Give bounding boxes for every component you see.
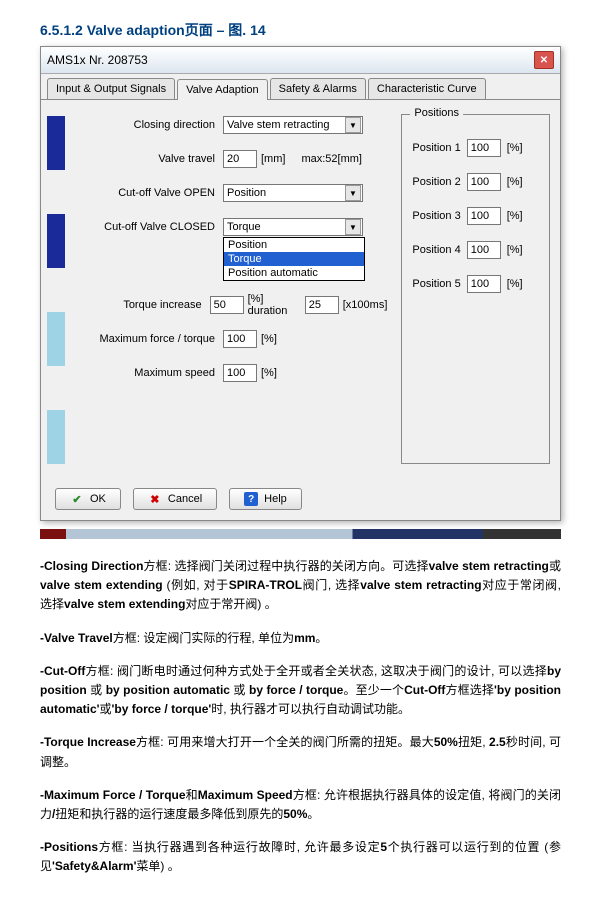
cutoff-closed-label: Cut-off Valve CLOSED	[73, 221, 223, 233]
tab-io-signals[interactable]: Input & Output Signals	[47, 78, 175, 99]
help-button[interactable]: ? Help	[229, 488, 302, 510]
valve-travel-input[interactable]	[223, 150, 257, 168]
select-value: Torque	[227, 221, 261, 233]
dropdown-option[interactable]: Position automatic	[224, 266, 364, 280]
desc-cutoff: -Cut-Off方框: 阀门断电时通过何种方式处于全开或者全关状态, 这取决于阀…	[40, 662, 561, 720]
position-2-input[interactable]	[467, 173, 501, 191]
positions-group: Positions Position 1[%] Position 2[%] Po…	[401, 114, 550, 464]
max-force-label: Maximum force / torque	[73, 333, 223, 345]
decorative-strip	[40, 529, 561, 539]
color-block	[47, 116, 65, 170]
dropdown-option[interactable]: Torque	[224, 252, 364, 266]
torque-increase-input[interactable]	[210, 296, 244, 314]
color-block	[47, 214, 65, 268]
position-4-input[interactable]	[467, 241, 501, 259]
tab-safety-alarms[interactable]: Safety & Alarms	[270, 78, 366, 99]
cutoff-open-label: Cut-off Valve OPEN	[73, 187, 223, 199]
cutoff-closed-select[interactable]: Torque ▼ Position Torque Position automa…	[223, 218, 363, 236]
position-label: Position 4	[412, 244, 460, 256]
chevron-down-icon: ▼	[345, 117, 361, 133]
chevron-down-icon: ▼	[345, 219, 361, 235]
dropdown-list: Position Torque Position automatic	[223, 237, 365, 281]
group-title: Positions	[410, 107, 463, 119]
select-value: Valve stem retracting	[227, 119, 330, 131]
select-value: Position	[227, 187, 266, 199]
dialog-window: AMS1x Nr. 208753 ✕ Input & Output Signal…	[40, 46, 561, 521]
unit-label: [%]	[507, 176, 523, 188]
unit-label: [%]	[507, 142, 523, 154]
unit-label: [%]	[507, 210, 523, 222]
position-label: Position 1	[412, 142, 460, 154]
max-speed-label: Maximum speed	[73, 367, 223, 379]
cancel-button[interactable]: ✖ Cancel	[133, 488, 217, 510]
check-icon: ✔	[70, 492, 84, 506]
position-1-input[interactable]	[467, 139, 501, 157]
button-label: OK	[90, 493, 106, 505]
titlebar: AMS1x Nr. 208753 ✕	[41, 47, 560, 74]
unit-label: [%] duration	[248, 293, 301, 317]
color-indicator-column	[47, 114, 65, 464]
dropdown-option[interactable]: Position	[224, 238, 364, 252]
position-5-input[interactable]	[467, 275, 501, 293]
max-speed-input[interactable]	[223, 364, 257, 382]
color-block	[47, 410, 65, 464]
desc-closing-direction: -Closing Direction方框: 选择阀门关闭过程中执行器的关闭方向。…	[40, 557, 561, 615]
desc-max-force-speed: -Maximum Force / Torque和Maximum Speed方框:…	[40, 786, 561, 824]
unit-label: [x100ms]	[343, 299, 388, 311]
form-area: Closing direction Valve stem retracting …	[73, 114, 387, 464]
ok-button[interactable]: ✔ OK	[55, 488, 121, 510]
max-force-input[interactable]	[223, 330, 257, 348]
section-heading: 6.5.1.2 Valve adaption页面 – 图. 14	[40, 20, 561, 40]
torque-duration-input[interactable]	[305, 296, 339, 314]
help-icon: ?	[244, 492, 258, 506]
position-label: Position 5	[412, 278, 460, 290]
button-bar: ✔ OK ✖ Cancel ? Help	[41, 478, 560, 520]
unit-label: [mm]	[261, 153, 285, 165]
max-label: max:52[mm]	[301, 153, 362, 165]
closing-direction-label: Closing direction	[73, 119, 223, 131]
valve-travel-label: Valve travel	[73, 153, 223, 165]
unit-label: [%]	[261, 367, 277, 379]
unit-label: [%]	[507, 244, 523, 256]
button-label: Help	[264, 493, 287, 505]
desc-positions: -Positions方框: 当执行器遇到各种运行故障时, 允许最多设定5个执行器…	[40, 838, 561, 876]
closing-direction-select[interactable]: Valve stem retracting ▼	[223, 116, 363, 134]
position-3-input[interactable]	[467, 207, 501, 225]
unit-label: [%]	[507, 278, 523, 290]
unit-label: [%]	[261, 333, 277, 345]
desc-torque-increase: -Torque Increase方框: 可用来增大打开一个全关的阀门所需的扭矩。…	[40, 733, 561, 771]
tab-characteristic-curve[interactable]: Characteristic Curve	[368, 78, 486, 99]
chevron-down-icon: ▼	[345, 185, 361, 201]
torque-increase-label: Torque increase	[73, 299, 210, 311]
cross-icon: ✖	[148, 492, 162, 506]
tab-valve-adaption[interactable]: Valve Adaption	[177, 79, 268, 100]
color-block	[47, 312, 65, 366]
window-title: AMS1x Nr. 208753	[47, 53, 148, 67]
position-label: Position 2	[412, 176, 460, 188]
tab-strip: Input & Output Signals Valve Adaption Sa…	[41, 74, 560, 100]
button-label: Cancel	[168, 493, 202, 505]
close-icon[interactable]: ✕	[534, 51, 554, 69]
position-label: Position 3	[412, 210, 460, 222]
desc-valve-travel: -Valve Travel方框: 设定阀门实际的行程, 单位为mm。	[40, 629, 561, 648]
cutoff-open-select[interactable]: Position ▼	[223, 184, 363, 202]
